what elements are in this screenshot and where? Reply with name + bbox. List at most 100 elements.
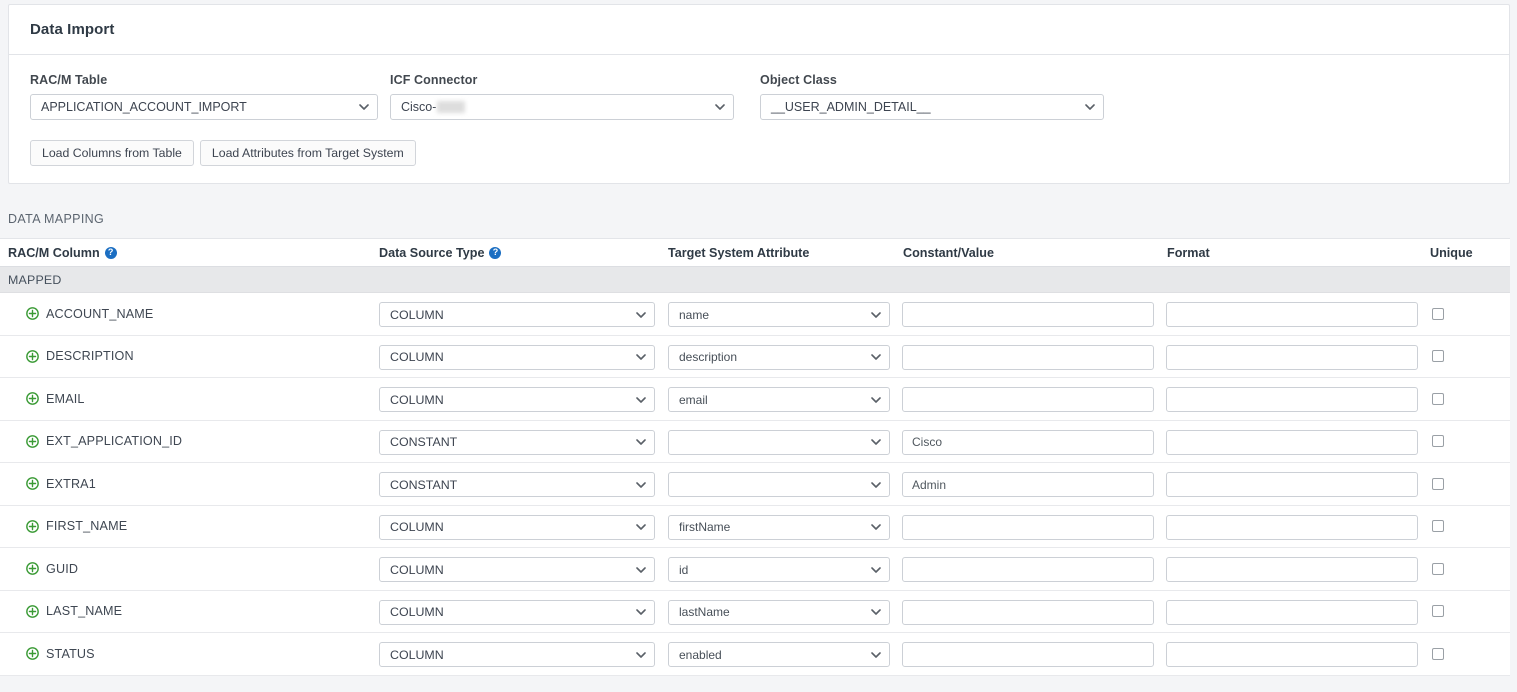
cell-data-source-type: COLUMN [379, 302, 655, 327]
cell-data-source-type: COLUMN [379, 344, 655, 370]
unique-checkbox[interactable] [1432, 605, 1444, 618]
unique-checkbox[interactable] [1432, 562, 1444, 575]
cell-racm-column: GUID [26, 548, 78, 590]
table-row: DESCRIPTION COLUMN description [0, 335, 1510, 378]
label-racm-table: RAC/M Table [30, 73, 108, 87]
data-import-card: Data Import RAC/M Table APPLICATION_ACCO… [8, 4, 1510, 184]
cell-racm-column: ACCOUNT_NAME [26, 293, 153, 335]
table-row: EMAIL COLUMN email [0, 378, 1510, 421]
table-row: GUID COLUMN id [0, 548, 1510, 591]
plus-circle-icon[interactable] [26, 434, 39, 448]
unique-checkbox[interactable] [1432, 392, 1444, 405]
racm-table-select[interactable]: APPLICATION_ACCOUNT_IMPORT [30, 94, 378, 120]
format-input[interactable] [1166, 599, 1418, 625]
plus-circle-icon[interactable] [26, 477, 39, 491]
target-system-attribute-select[interactable]: enabled [668, 642, 890, 667]
format-input[interactable] [1166, 642, 1418, 667]
target-system-attribute-select[interactable] [668, 429, 890, 455]
data-source-type-select[interactable]: COLUMN [379, 599, 655, 625]
plus-circle-icon[interactable] [26, 647, 39, 661]
constant-value-input[interactable] [902, 344, 1154, 370]
constant-value-input[interactable] [902, 599, 1154, 625]
format-input[interactable] [1166, 302, 1418, 327]
cell-unique [1432, 421, 1444, 463]
data-source-type-select[interactable]: CONSTANT [379, 429, 655, 455]
plus-circle-icon[interactable] [26, 307, 39, 321]
object-class-select[interactable]: __USER_ADMIN_DETAIL__ [760, 94, 1104, 120]
cell-unique [1432, 293, 1444, 335]
unique-checkbox[interactable] [1432, 350, 1444, 363]
cell-target-system-attribute: firstName [668, 514, 890, 540]
data-source-type-select[interactable]: CONSTANT [379, 472, 655, 497]
constant-value-input[interactable] [902, 302, 1154, 327]
data-source-type-select[interactable]: COLUMN [379, 642, 655, 667]
cell-constant-value [902, 514, 1154, 540]
help-icon[interactable]: ? [104, 246, 117, 259]
target-system-attribute-value: enabled [679, 647, 722, 662]
table-row: FIRST_NAME COLUMN firstName [0, 505, 1510, 548]
cell-format [1166, 599, 1418, 625]
constant-value-input[interactable] [902, 472, 1154, 497]
format-input[interactable] [1166, 344, 1418, 370]
target-system-attribute-select[interactable]: email [668, 387, 890, 412]
unique-checkbox[interactable] [1432, 477, 1444, 490]
unique-checkbox[interactable] [1432, 307, 1444, 320]
icf-connector-select[interactable]: Cisco- [390, 94, 734, 120]
row-column-name: EXT_APPLICATION_ID [46, 434, 183, 449]
data-source-type-select[interactable]: COLUMN [379, 557, 655, 582]
constant-value-input[interactable] [902, 514, 1154, 540]
format-input[interactable] [1166, 472, 1418, 497]
data-source-type-select[interactable]: COLUMN [379, 387, 655, 412]
target-system-attribute-select[interactable]: firstName [668, 514, 890, 540]
plus-circle-icon[interactable] [26, 562, 39, 576]
target-system-attribute-select[interactable]: description [668, 344, 890, 370]
format-input[interactable] [1166, 514, 1418, 540]
cell-unique [1432, 591, 1444, 633]
plus-circle-icon[interactable] [26, 604, 39, 618]
unique-checkbox[interactable] [1432, 647, 1444, 660]
row-column-name: EMAIL [46, 391, 85, 406]
data-source-type-select[interactable]: COLUMN [379, 344, 655, 370]
target-system-attribute-select[interactable]: name [668, 302, 890, 327]
cell-constant-value [902, 472, 1154, 497]
format-input[interactable] [1166, 387, 1418, 412]
row-column-name: DESCRIPTION [46, 349, 134, 364]
target-system-attribute-value: name [679, 307, 710, 322]
cell-constant-value [902, 344, 1154, 370]
unique-checkbox[interactable] [1432, 435, 1444, 448]
label-icf-connector: ICF Connector [390, 73, 478, 87]
cell-format [1166, 642, 1418, 667]
constant-value-input[interactable] [902, 429, 1154, 455]
table-header-row: RAC/M Column ? Data Source Type ? Target… [0, 238, 1510, 267]
plus-circle-icon[interactable] [26, 349, 39, 363]
chevron-down-icon [636, 480, 646, 490]
target-system-attribute-select[interactable] [668, 472, 890, 497]
load-columns-from-table-button[interactable]: Load Columns from Table [30, 140, 194, 166]
help-icon[interactable]: ? [489, 246, 502, 259]
plus-circle-icon[interactable] [26, 392, 39, 406]
target-system-attribute-select[interactable]: id [668, 557, 890, 582]
target-system-attribute-select[interactable]: lastName [668, 599, 890, 625]
constant-value-input[interactable] [902, 642, 1154, 667]
cell-format [1166, 472, 1418, 497]
unique-checkbox[interactable] [1432, 520, 1444, 533]
cell-racm-column: EXT_APPLICATION_ID [26, 421, 182, 463]
plus-circle-icon[interactable] [26, 519, 39, 533]
constant-value-input[interactable] [902, 387, 1154, 412]
cell-constant-value [902, 557, 1154, 582]
cell-format [1166, 302, 1418, 327]
cell-target-system-attribute: description [668, 344, 890, 370]
cell-constant-value [902, 429, 1154, 455]
format-input[interactable] [1166, 429, 1418, 455]
cell-unique [1432, 633, 1444, 675]
data-source-type-select[interactable]: COLUMN [379, 514, 655, 540]
cell-constant-value [902, 599, 1154, 625]
data-source-type-select[interactable]: COLUMN [379, 302, 655, 327]
card-body: RAC/M Table APPLICATION_ACCOUNT_IMPORT I… [9, 55, 1509, 183]
constant-value-input[interactable] [902, 557, 1154, 582]
format-input[interactable] [1166, 557, 1418, 582]
chevron-down-icon [871, 395, 881, 405]
cell-target-system-attribute [668, 472, 890, 497]
chevron-down-icon [1085, 102, 1095, 112]
load-attributes-from-target-system-button[interactable]: Load Attributes from Target System [199, 140, 416, 166]
